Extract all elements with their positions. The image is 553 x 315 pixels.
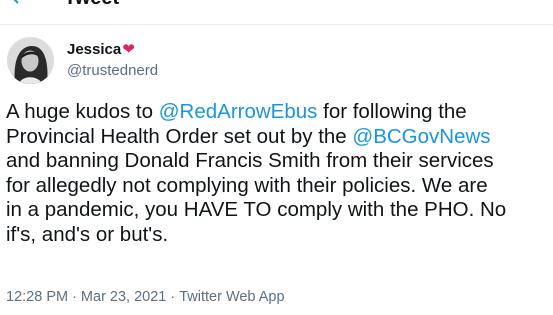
- meta-separator: ·: [72, 289, 77, 305]
- tweet-text-segment: Provincial Health Order set out by the: [6, 124, 353, 148]
- tweet-date-link[interactable]: Mar 23, 2021: [81, 289, 166, 305]
- tweet-line: in a pandemic, you HAVE TO comply with t…: [6, 198, 553, 223]
- tweet-page: Tweet Jessica❤ @trustednerd A huge kudos…: [0, 0, 553, 315]
- tweet-text-segment: if's, and's or but's.: [6, 222, 169, 246]
- mention-link-redarrowebus[interactable]: @RedArrowEbus: [159, 100, 318, 123]
- tweet-source-link[interactable]: Twitter Web App: [179, 289, 284, 305]
- tweet-line: and banning Donald Francis Smith from th…: [6, 149, 553, 174]
- tweet-line: for allegedly not complying with their p…: [6, 174, 553, 199]
- author-display-name[interactable]: Jessica❤: [67, 40, 135, 60]
- tweet-time-link[interactable]: 12:28 PM: [6, 289, 68, 305]
- author-handle[interactable]: @trustednerd: [67, 61, 158, 81]
- header-bar: Tweet: [0, 0, 553, 25]
- page-title: Tweet: [64, 0, 119, 10]
- tweet-line: if's, and's or but's.: [6, 223, 553, 248]
- tweet-line: Provincial Health Order set out by the @…: [6, 125, 553, 150]
- tweet-text-segment: A huge kudos to: [6, 100, 159, 123]
- tweet-metadata: 12:28 PM · Mar 23, 2021 · Twitter Web App: [6, 287, 285, 307]
- mention-link-bcgovnews[interactable]: @BCGovNews: [352, 125, 490, 148]
- meta-separator: ·: [170, 289, 176, 305]
- tweet-text-segment: and banning Donald Francis Smith from th…: [6, 149, 494, 172]
- tweet-text: A huge kudos to @RedArrowEbus for follow…: [6, 100, 553, 247]
- author-name-text: Jessica: [67, 41, 122, 58]
- arrow-left-icon[interactable]: [6, 0, 30, 8]
- tweet-text-segment: for allegedly not complying with their p…: [6, 173, 488, 197]
- tweet-line: A huge kudos to @RedArrowEbus for follow…: [6, 100, 553, 125]
- avatar[interactable]: [7, 37, 54, 84]
- tweet-text-segment: for following the: [317, 100, 467, 123]
- heart-icon: ❤: [122, 41, 135, 58]
- tweet-text-segment: in a pandemic, you HAVE TO comply with t…: [6, 198, 507, 221]
